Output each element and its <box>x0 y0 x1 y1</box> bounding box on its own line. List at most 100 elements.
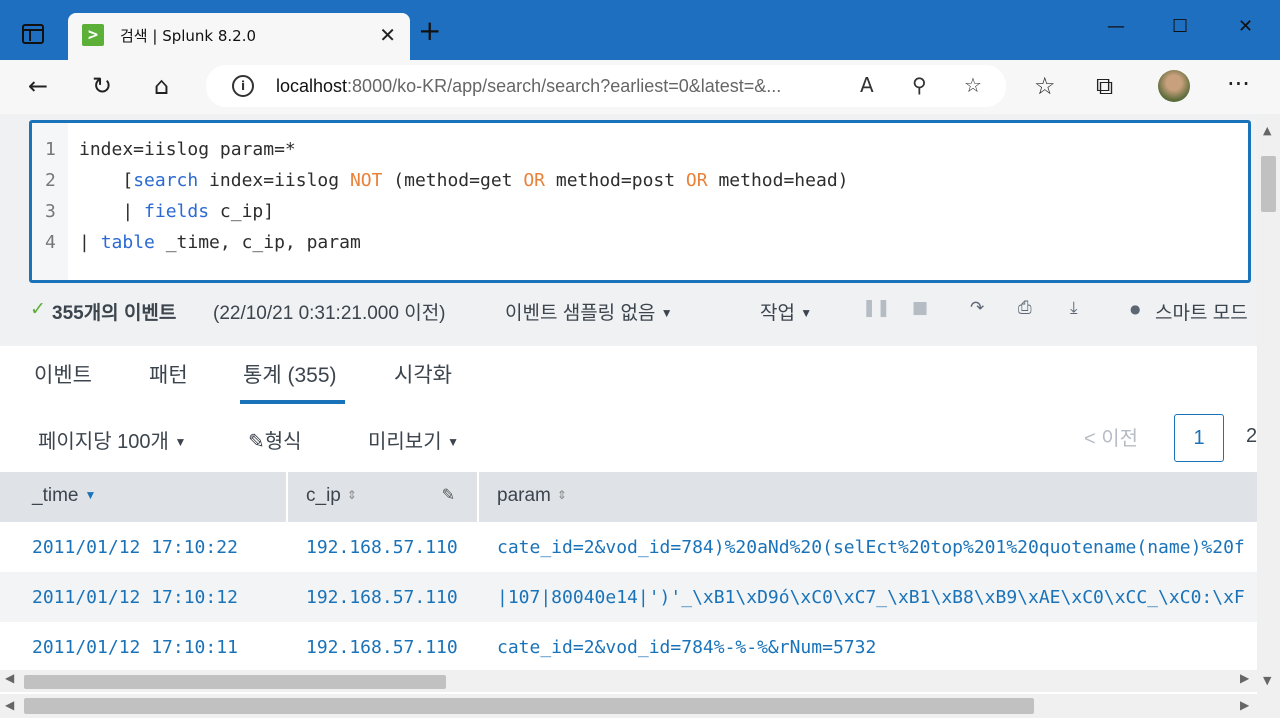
window-close-icon[interactable]: ✕ <box>1238 16 1253 37</box>
success-check-icon: ✓ <box>30 299 46 320</box>
cell-c-ip[interactable]: 192.168.57.110 <box>306 587 458 608</box>
scroll-down-icon[interactable]: ▼ <box>1263 674 1271 687</box>
spl-text: index=iislog param=* <box>79 139 296 160</box>
job-status-bar: ✓ 355개의 이벤트 (22/10/21 0:31:21.000 이전) 이벤… <box>0 290 1257 328</box>
cell-c-ip[interactable]: 192.168.57.110 <box>306 637 458 658</box>
column-label: param <box>497 485 551 506</box>
column-header-time[interactable]: _time ▼ <box>0 472 288 522</box>
line-number: 1 <box>45 139 56 160</box>
scrollbar-thumb[interactable] <box>24 698 1034 714</box>
format-label: 형식 <box>264 431 302 453</box>
minimize-icon[interactable]: — <box>1107 16 1125 37</box>
results-tabs: 이벤트 패턴 통계 (355) 시각화 <box>0 346 1257 406</box>
sort-icon[interactable]: ⇕ <box>557 488 567 502</box>
profile-avatar[interactable] <box>1158 70 1190 102</box>
table-row: 2011/01/12 17:10:12 192.168.57.110 |107|… <box>0 572 1257 622</box>
tab-actions-icon[interactable] <box>22 24 44 44</box>
pause-icon[interactable]: ❚❚ <box>862 298 891 318</box>
favorites-icon[interactable]: ☆ <box>1034 72 1056 100</box>
code-text: index=iislog param=* <box>79 139 296 160</box>
home-icon[interactable]: ⌂ <box>154 72 169 100</box>
stop-icon[interactable]: ■ <box>912 298 928 318</box>
search-time: (22/10/21 0:31:21.000 이전) <box>213 303 446 324</box>
search-editor[interactable]: 1 index=iislog param=* 2 [search index=iis… <box>29 120 1251 283</box>
spl-text: method=post <box>545 170 686 191</box>
more-menu-icon[interactable]: ··· <box>1227 70 1250 98</box>
sort-icon[interactable]: ⇕ <box>347 488 357 502</box>
sampling-label: 이벤트 샘플링 없음 <box>505 303 656 324</box>
scroll-left-icon[interactable]: ◀ <box>5 671 14 685</box>
table-horizontal-scrollbar[interactable]: ◀ ▶ <box>0 670 1257 692</box>
site-info-icon[interactable]: i <box>232 75 254 97</box>
preview-label: 미리보기 <box>368 431 442 453</box>
page-2-button[interactable]: 2 <box>1246 425 1257 448</box>
table-row: 2011/01/12 17:10:11 192.168.57.110 cate_… <box>0 622 1257 670</box>
cell-time[interactable]: 2011/01/12 17:10:12 <box>32 587 238 608</box>
scrollbar-thumb[interactable] <box>24 675 446 689</box>
edit-column-icon[interactable]: ✎ <box>442 485 455 505</box>
spl-command: fields <box>144 201 210 222</box>
job-dropdown[interactable]: 작업 ▼ <box>760 298 812 325</box>
per-page-dropdown[interactable]: 페이지당 100개 ▼ <box>38 425 186 454</box>
cell-c-ip[interactable]: 192.168.57.110 <box>306 537 458 558</box>
zoom-icon[interactable]: ⚲ <box>912 73 927 97</box>
column-label: _time <box>32 485 79 506</box>
bulb-icon: ● <box>1130 302 1141 316</box>
tab-close-icon[interactable]: ✕ <box>379 23 396 47</box>
export-icon[interactable]: ⤓ <box>1070 298 1078 318</box>
new-tab-icon[interactable]: + <box>418 14 441 47</box>
sampling-dropdown[interactable]: 이벤트 샘플링 없음 ▼ <box>505 298 673 325</box>
back-icon[interactable]: ← <box>28 72 48 100</box>
cell-time[interactable]: 2011/01/12 17:10:11 <box>32 637 238 658</box>
chevron-down-icon: ▼ <box>447 435 460 449</box>
page-horizontal-scrollbar[interactable]: ◀ ▶ <box>0 694 1257 718</box>
spl-text: [ <box>79 170 134 191</box>
cell-time[interactable]: 2011/01/12 17:10:22 <box>32 537 238 558</box>
address-bar[interactable]: i localhost:8000/ko-KR/app/search/search… <box>206 65 1006 107</box>
column-header-c-ip[interactable]: c_ip ⇕ ✎ <box>288 472 479 522</box>
column-header-param[interactable]: param ⇕ <box>479 472 1257 522</box>
code-text: | table _time, c_ip, param <box>79 232 361 253</box>
preview-dropdown[interactable]: 미리보기 ▼ <box>368 425 459 454</box>
spl-text: index=iislog <box>198 170 350 191</box>
cell-param[interactable]: cate_id=2&vod_id=784)%20aNd%20(selEct%20… <box>497 537 1245 558</box>
browser-tab[interactable]: > 검색 | Splunk 8.2.0 ✕ <box>68 13 410 60</box>
search-mode-dropdown[interactable]: 스마트 모드 <box>1155 298 1248 325</box>
maximize-icon[interactable]: ☐ <box>1172 16 1188 37</box>
spl-text: | <box>79 201 145 222</box>
job-label: 작업 <box>760 303 795 324</box>
sort-descending-icon[interactable]: ▼ <box>84 488 96 502</box>
scrollbar-thumb[interactable] <box>1261 156 1276 212</box>
tab-statistics[interactable]: 통계 (355) <box>243 359 337 389</box>
scroll-right-icon[interactable]: ▶ <box>1240 671 1249 685</box>
scroll-right-icon[interactable]: ▶ <box>1240 698 1249 712</box>
share-icon[interactable]: ↷ <box>970 298 984 318</box>
scroll-up-icon[interactable]: ▲ <box>1263 124 1271 137</box>
scroll-left-icon[interactable]: ◀ <box>5 698 14 712</box>
chevron-down-icon: ▼ <box>660 306 673 320</box>
prev-page-button[interactable]: < 이전 <box>1084 422 1138 451</box>
url-text[interactable]: localhost:8000/ko-KR/app/search/search?e… <box>276 76 781 97</box>
spl-text: (method=get <box>382 170 524 191</box>
refresh-icon[interactable]: ↻ <box>92 72 112 100</box>
cell-param[interactable]: cate_id=2&vod_id=784%-%-%&rNum=5732 <box>497 637 876 658</box>
print-icon[interactable]: ⎙ <box>1018 298 1032 318</box>
tab-patterns[interactable]: 패턴 <box>149 359 188 389</box>
pencil-icon: ✎ <box>248 431 265 453</box>
browser-tab-bar: > 검색 | Splunk 8.2.0 ✕ + — ☐ ✕ <box>0 0 1280 60</box>
tab-events[interactable]: 이벤트 <box>34 359 92 389</box>
add-favorite-icon[interactable]: ☆ <box>964 73 982 97</box>
page-vertical-scrollbar[interactable]: ▲ ▼ <box>1257 114 1280 718</box>
url-host: localhost <box>276 76 348 96</box>
line-number: 3 <box>45 201 56 222</box>
page-1-button[interactable]: 1 <box>1174 414 1224 462</box>
spl-operator: OR <box>685 170 708 191</box>
spl-command: table <box>100 232 155 253</box>
cell-param[interactable]: |107|80040e14|')'_\xB1\xD9ó\xC0\xC7_\xB1… <box>497 587 1245 608</box>
format-button[interactable]: ✎형식 <box>248 425 302 454</box>
tab-visualization[interactable]: 시각화 <box>394 359 452 389</box>
collections-icon[interactable]: ⧉ <box>1096 72 1113 100</box>
spl-text: _time, c_ip, param <box>154 232 361 253</box>
read-aloud-icon[interactable]: A <box>860 73 874 97</box>
chevron-down-icon: ▼ <box>174 435 187 449</box>
